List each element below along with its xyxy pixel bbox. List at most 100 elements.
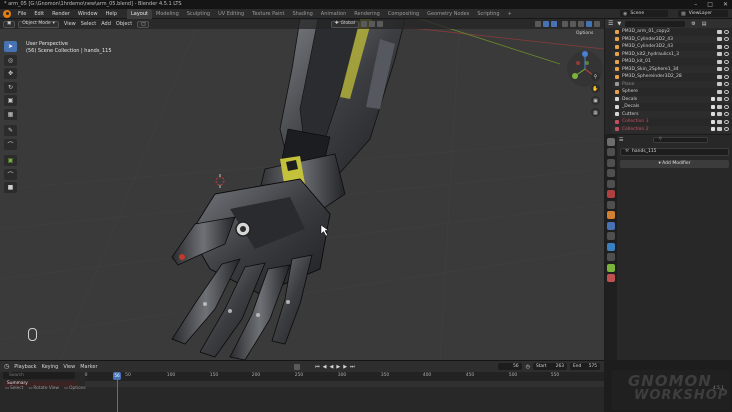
render-tab-icon[interactable] xyxy=(607,148,615,156)
timeline-search-input[interactable]: Search xyxy=(3,372,75,379)
orientation-selector[interactable]: ✚ Global xyxy=(330,20,359,28)
eye-icon[interactable] xyxy=(724,74,729,79)
eye-icon[interactable] xyxy=(724,104,729,109)
next-key-icon[interactable]: ▶ xyxy=(343,364,347,370)
material-tab-icon[interactable] xyxy=(607,274,615,282)
pivot-icon[interactable] xyxy=(361,21,367,27)
scale-tool[interactable]: ▣ xyxy=(4,95,17,106)
camera-icon[interactable] xyxy=(717,82,722,86)
outliner-row[interactable]: Collection 3 xyxy=(612,118,732,126)
camera-icon[interactable] xyxy=(717,74,722,79)
gizmo-toggle-icon[interactable] xyxy=(543,21,549,27)
snap-icon[interactable] xyxy=(369,21,375,27)
camera-icon[interactable] xyxy=(717,119,722,124)
end-frame-field[interactable]: End 575 xyxy=(570,363,600,370)
blender-logo-icon[interactable] xyxy=(3,9,11,18)
checkbox-icon[interactable] xyxy=(711,104,715,109)
eye-icon[interactable] xyxy=(724,97,729,101)
tab-uv-editing[interactable]: UV Editing xyxy=(214,9,248,19)
timeline-menu-playback[interactable]: Playback xyxy=(14,362,36,372)
outliner-row[interactable]: Plane xyxy=(612,80,732,88)
outliner-row[interactable]: Sphere xyxy=(612,88,732,96)
timeline-menu-view[interactable]: View xyxy=(63,362,75,372)
viewport-menu-select[interactable]: Select xyxy=(81,19,96,29)
eye-icon[interactable] xyxy=(724,44,729,49)
tab-shading[interactable]: Shading xyxy=(288,9,316,19)
eye-icon[interactable] xyxy=(724,59,729,64)
3d-viewport[interactable] xyxy=(0,19,604,360)
camera-icon[interactable] xyxy=(717,52,722,56)
output-tab-icon[interactable] xyxy=(607,158,615,167)
timeline-menu-marker[interactable]: Marker xyxy=(80,362,97,372)
tab-texture-paint[interactable]: Texture Paint xyxy=(248,9,288,19)
tab-animation[interactable]: Animation xyxy=(317,9,351,19)
outliner-row[interactable]: Cutters xyxy=(612,110,732,118)
outliner-row[interactable]: _Decals xyxy=(612,103,732,111)
outliner-filter-icon[interactable]: ⚙ xyxy=(691,21,695,27)
camera-icon[interactable] xyxy=(717,37,722,41)
mode-selector[interactable]: Object Mode ▾ xyxy=(18,20,59,28)
proportional-edit-icon[interactable] xyxy=(377,21,383,27)
checkbox-icon[interactable] xyxy=(711,97,715,101)
add-workspace-button[interactable]: + xyxy=(504,9,516,19)
extra-tool-2[interactable]: ■ xyxy=(4,182,17,193)
checkbox-icon[interactable] xyxy=(711,127,715,131)
menu-help[interactable]: Help xyxy=(102,9,121,19)
visibility-icon[interactable] xyxy=(535,21,541,27)
camera-icon[interactable] xyxy=(717,112,722,116)
outliner-editor-icon[interactable]: ☰ xyxy=(608,20,613,27)
tab-scripting[interactable]: Scripting xyxy=(473,9,503,19)
hand-pan-icon[interactable]: ✋ xyxy=(591,84,600,93)
camera-icon[interactable] xyxy=(717,89,722,94)
timeline-menu-keying[interactable]: Keying xyxy=(42,362,59,372)
outliner-row[interactable]: PM3D_Sphereinder3D2_28 xyxy=(612,73,732,81)
view-layer-tab-icon[interactable] xyxy=(607,169,615,177)
eye-icon[interactable] xyxy=(724,127,729,131)
current-frame-field[interactable]: 56 xyxy=(497,363,522,370)
data-tab-icon[interactable] xyxy=(607,263,615,272)
tab-sculpting[interactable]: Sculpting xyxy=(183,9,214,19)
tool-tab-icon[interactable] xyxy=(607,137,615,146)
eye-icon[interactable] xyxy=(724,67,729,71)
viewport-menu-add[interactable]: Add xyxy=(101,19,111,29)
eye-icon[interactable] xyxy=(724,52,729,56)
camera-icon[interactable] xyxy=(717,44,722,49)
shading-toggle-button[interactable]: ▢ xyxy=(137,20,150,28)
checkbox-icon[interactable] xyxy=(711,119,715,124)
eye-icon[interactable] xyxy=(724,29,729,34)
jump-start-icon[interactable]: ⏮ xyxy=(315,364,320,370)
outliner-row[interactable]: PM3D_Cylinder3D2_43 xyxy=(612,43,732,51)
xray-icon[interactable] xyxy=(562,21,568,27)
overlay-toggle-icon[interactable] xyxy=(551,21,557,27)
add-cube-tool[interactable]: ▣ xyxy=(4,155,17,166)
camera-icon[interactable] xyxy=(717,104,722,109)
playhead[interactable]: 56 xyxy=(113,372,121,380)
grid-view-icon[interactable]: ▦ xyxy=(591,108,600,117)
camera-icon[interactable] xyxy=(717,127,722,131)
eye-icon[interactable] xyxy=(724,119,729,124)
filter-icon[interactable]: ▼ xyxy=(617,21,621,27)
menu-window[interactable]: Window xyxy=(74,9,102,19)
transform-tool[interactable]: ▦ xyxy=(4,108,17,120)
play-reverse-icon[interactable]: ◀ xyxy=(330,364,334,370)
object-tab-icon[interactable] xyxy=(607,211,615,219)
eye-icon[interactable] xyxy=(724,37,729,41)
outliner-search-input[interactable] xyxy=(625,20,686,27)
eye-icon[interactable] xyxy=(724,112,729,116)
viewport-menu-view[interactable]: View xyxy=(64,19,76,29)
camera-icon[interactable] xyxy=(717,59,722,64)
viewport-options-button[interactable]: Options xyxy=(576,31,593,36)
viewport-menu-object[interactable]: Object xyxy=(116,19,132,29)
viewlayer-selector[interactable]: ▩ ViewLayer xyxy=(678,10,728,17)
new-collection-icon[interactable]: ▤ xyxy=(702,21,707,27)
rendered-shading-icon[interactable] xyxy=(594,21,600,27)
add-modifier-button[interactable]: ▾ Add Modifier xyxy=(620,160,729,168)
outliner-row[interactable]: PM3D_arm_01_copy2 xyxy=(612,28,732,36)
rotate-tool[interactable]: ↻ xyxy=(4,81,17,93)
properties-editor-icon[interactable]: ☰ xyxy=(619,137,623,143)
prev-key-icon[interactable]: ◀ xyxy=(323,364,327,370)
outliner-row[interactable]: PM3D_kit2_hydraulics1_3 xyxy=(612,50,732,58)
play-icon[interactable]: ▶ xyxy=(336,364,340,370)
scene-tab-icon[interactable] xyxy=(607,179,615,188)
checkbox-icon[interactable] xyxy=(711,112,715,116)
